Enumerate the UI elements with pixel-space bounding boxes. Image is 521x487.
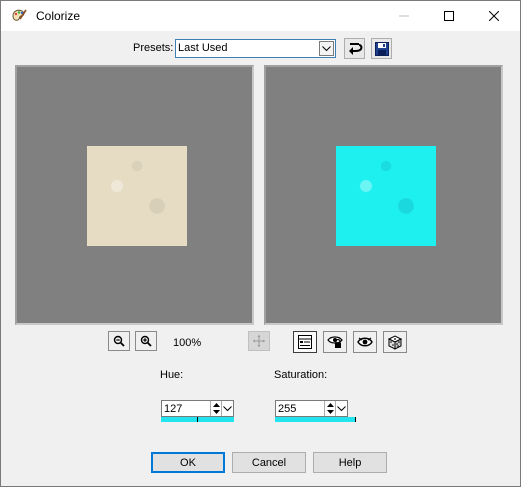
palette-brush-icon	[10, 7, 28, 25]
after-preview-image	[336, 146, 436, 246]
save-preset-button[interactable]	[371, 38, 392, 59]
auto-proof-eye-icon	[357, 337, 373, 347]
close-icon	[489, 11, 499, 21]
proof-icon	[327, 336, 343, 348]
cancel-button[interactable]: Cancel	[232, 452, 306, 473]
colorize-dialog: Colorize Presets: Last Used 100% Hue: Sa…	[0, 0, 521, 487]
chevron-down-icon[interactable]	[221, 401, 233, 416]
hue-value: 127	[164, 403, 183, 415]
window-title: Colorize	[36, 9, 81, 23]
zoom-out-button[interactable]	[108, 331, 130, 351]
ok-button[interactable]: OK	[151, 452, 225, 473]
hue-label: Hue:	[160, 369, 184, 381]
auto-proof-button[interactable]	[353, 331, 377, 353]
minimize-button[interactable]	[381, 1, 427, 31]
pan-button[interactable]	[248, 331, 270, 351]
maximize-icon	[444, 11, 454, 21]
presets-dropdown[interactable]: Last Used	[175, 39, 336, 58]
spin-up-icon[interactable]	[326, 401, 335, 408]
reset-arrow-icon	[348, 42, 362, 55]
zoom-level: 100%	[173, 337, 202, 349]
pan-move-icon	[253, 335, 265, 347]
spin-down-icon[interactable]	[326, 408, 335, 415]
before-preview-pane[interactable]	[15, 65, 254, 325]
before-preview-image	[87, 146, 187, 246]
help-button[interactable]: Help	[313, 452, 387, 473]
chevron-down-icon[interactable]	[319, 41, 334, 56]
proof-button[interactable]	[323, 331, 347, 353]
preview-on-image-icon	[298, 335, 312, 349]
maximize-button[interactable]	[426, 1, 472, 31]
saturation-label: Saturation:	[274, 369, 328, 381]
hue-spinner[interactable]	[210, 401, 221, 416]
presets-label: Presets:	[133, 42, 174, 54]
floppy-disk-icon	[374, 41, 389, 56]
after-preview-pane[interactable]	[264, 65, 503, 325]
saturation-value: 255	[278, 403, 297, 415]
title-bar[interactable]: Colorize	[1, 1, 520, 31]
reset-preset-button[interactable]	[344, 38, 365, 59]
saturation-input[interactable]: 255	[275, 400, 348, 417]
saturation-slider-thumb[interactable]	[355, 417, 356, 422]
presets-value: Last Used	[178, 42, 228, 54]
hue-slider-thumb[interactable]	[197, 417, 198, 422]
close-button[interactable]	[471, 1, 517, 31]
saturation-slider[interactable]	[275, 417, 356, 422]
spin-up-icon[interactable]	[212, 401, 221, 408]
preview-on-image-toggle[interactable]	[293, 331, 317, 353]
zoom-in-button[interactable]	[135, 331, 157, 351]
randomize-button[interactable]	[383, 331, 407, 353]
zoom-in-icon	[140, 335, 152, 347]
saturation-spinner[interactable]	[324, 401, 335, 416]
randomize-dice-icon	[387, 335, 403, 350]
hue-input[interactable]: 127	[161, 400, 234, 417]
zoom-out-icon	[113, 335, 125, 347]
spin-down-icon[interactable]	[212, 408, 221, 415]
minimize-icon	[399, 15, 409, 17]
chevron-down-icon[interactable]	[335, 401, 347, 416]
hue-slider[interactable]	[161, 417, 234, 422]
